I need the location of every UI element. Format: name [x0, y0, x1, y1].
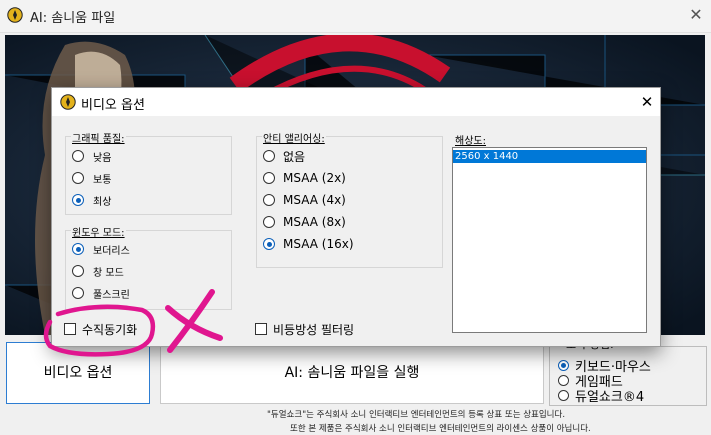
- option-label: 최상: [93, 196, 112, 208]
- radio-unselected-icon: [558, 389, 569, 401]
- radio-unselected-icon: [72, 150, 84, 162]
- graphics-quality-legend: 그래픽 품질:: [71, 130, 126, 145]
- option-label: 보통: [93, 174, 112, 186]
- main-close-icon[interactable]: ✕: [687, 6, 705, 24]
- aa-option-msaa-8x[interactable]: MSAA (8x): [263, 214, 346, 230]
- quality-option-medium[interactable]: 보통: [72, 170, 111, 186]
- footer-license-text: 또한 본 제품은 주식회사 소니 인터랙티브 엔터테인먼트의 라이센스 상품이 …: [290, 424, 591, 434]
- app-logo-icon: [7, 7, 23, 23]
- anisotropic-filtering-checkbox[interactable]: 비등방성 필터링: [255, 321, 354, 337]
- option-label: 보더리스: [93, 245, 130, 257]
- option-label: MSAA (2x): [283, 171, 346, 185]
- aa-option-msaa-4x[interactable]: MSAA (4x): [263, 192, 346, 208]
- option-label: MSAA (16x): [283, 237, 354, 251]
- window-mode-option-borderless[interactable]: 보더리스: [72, 241, 130, 257]
- option-label: 풀스크린: [93, 289, 130, 301]
- radio-unselected-icon: [558, 374, 569, 386]
- resolution-list-item-selected[interactable]: 2560 x 1440: [453, 150, 646, 163]
- option-label: 없음: [283, 149, 306, 164]
- option-label: 창 모드: [93, 267, 124, 279]
- dialog-close-icon[interactable]: ✕: [637, 92, 657, 112]
- dialog-title: 비디오 옵션: [81, 98, 145, 113]
- radio-unselected-icon: [263, 216, 275, 228]
- radio-unselected-icon: [72, 265, 84, 277]
- resolution-legend: 해상도:: [454, 132, 487, 147]
- radio-unselected-icon: [263, 194, 275, 206]
- anisotropic-label: 비등방성 필터링: [273, 322, 355, 337]
- checkbox-unchecked-icon: [255, 323, 267, 335]
- window-mode-legend: 윈도우 모드:: [71, 224, 126, 239]
- option-label: MSAA (8x): [283, 215, 346, 229]
- window-mode-option-fullscreen[interactable]: 풀스크린: [72, 285, 130, 301]
- radio-selected-icon: [263, 238, 275, 250]
- radio-unselected-icon: [72, 172, 84, 184]
- dialog-app-icon: [60, 94, 76, 110]
- magenta-x-annotation-icon: [165, 289, 223, 353]
- footer-trademark-text: "듀얼쇼크"는 주식회사 소니 인터랙티브 엔터테인먼트의 등록 상표 또는 상…: [267, 410, 566, 420]
- radio-selected-icon: [72, 194, 84, 206]
- aa-option-msaa-2x[interactable]: MSAA (2x): [263, 170, 346, 186]
- radio-unselected-icon: [263, 150, 275, 162]
- radio-selected-icon: [72, 243, 84, 255]
- quality-option-highest[interactable]: 최상: [72, 192, 111, 208]
- window-mode-option-windowed[interactable]: 창 모드: [72, 263, 124, 279]
- control-option-label: 듀얼쇼크®4: [575, 389, 645, 405]
- radio-selected-icon: [558, 359, 569, 371]
- option-label: MSAA (4x): [283, 193, 346, 207]
- radio-unselected-icon: [72, 287, 84, 299]
- quality-option-low[interactable]: 낮음: [72, 148, 111, 164]
- option-label: 낮음: [93, 152, 112, 164]
- resolution-listbox[interactable]: [452, 147, 647, 333]
- anti-aliasing-legend: 안티 앨리어싱:: [262, 130, 326, 145]
- main-window-title: AI: 솜니움 파일: [30, 11, 116, 26]
- control-option-dualshock4[interactable]: 듀얼쇼크®4: [558, 387, 645, 405]
- magenta-circle-annotation-icon: [43, 304, 156, 357]
- aa-option-msaa-16x[interactable]: MSAA (16x): [263, 236, 354, 252]
- radio-unselected-icon: [263, 172, 275, 184]
- aa-option-none[interactable]: 없음: [263, 148, 305, 164]
